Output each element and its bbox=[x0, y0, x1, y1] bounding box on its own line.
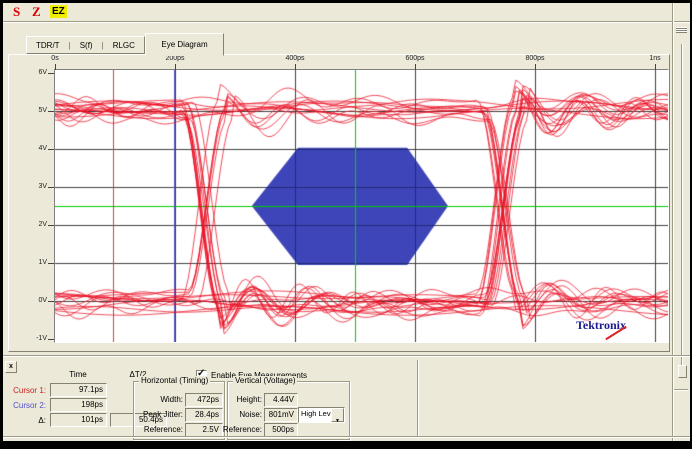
cursor1-time-field[interactable]: 97.1ps bbox=[50, 383, 107, 397]
y-tick-label: 2V bbox=[7, 221, 47, 228]
x-tick-label: 1ns bbox=[635, 55, 675, 62]
panel-divider bbox=[417, 360, 419, 437]
noise-label: Noise: bbox=[222, 410, 262, 419]
y-tick-label: 5V bbox=[7, 107, 47, 114]
toolbar-button-z[interactable]: Z bbox=[32, 4, 41, 20]
x-tick-label: 0s bbox=[35, 55, 75, 62]
x-tick-mark bbox=[175, 64, 176, 70]
tab-rlgc[interactable]: RLGC bbox=[113, 40, 135, 51]
horizontal-reference-label: Reference: bbox=[137, 425, 183, 434]
delta-time-field[interactable]: 101ps bbox=[50, 413, 107, 427]
height-label: Height: bbox=[222, 395, 262, 404]
toolbar: S Z EZ bbox=[3, 3, 672, 21]
horizontal-timing-title: Horizontal (Timing) bbox=[139, 376, 210, 385]
x-tick-label: 800ps bbox=[515, 55, 555, 62]
tab-separator: | bbox=[69, 40, 71, 51]
y-tick-mark bbox=[48, 339, 54, 340]
tab-group-inactive: TDR/T | S(f) | RLGC bbox=[26, 36, 145, 54]
close-icon: x bbox=[6, 362, 16, 371]
toolbar-button-ez[interactable]: EZ bbox=[50, 5, 67, 18]
toolbar-divider bbox=[3, 21, 690, 23]
y-tick-label: 3V bbox=[7, 183, 47, 190]
vertical-voltage-title: Vertical (Voltage) bbox=[233, 376, 297, 385]
time-column-header: Time bbox=[50, 369, 106, 380]
chevron-down-icon: ▼ bbox=[335, 418, 340, 424]
eye-diagram-canvas bbox=[55, 70, 668, 342]
right-strip-handle[interactable] bbox=[678, 365, 687, 378]
noise-field[interactable]: 801mV bbox=[264, 408, 298, 422]
peak-jitter-field[interactable]: 28.4ps bbox=[185, 408, 223, 422]
bottom-edge-line bbox=[3, 436, 690, 438]
x-tick-mark bbox=[535, 64, 536, 70]
y-tick-mark bbox=[48, 225, 54, 226]
y-tick-mark bbox=[48, 301, 54, 302]
tab-tdrt[interactable]: TDR/T bbox=[36, 40, 60, 51]
tab-sf[interactable]: S(f) bbox=[80, 40, 93, 51]
toolbar-button-s[interactable]: S bbox=[13, 4, 20, 20]
x-tick-label: 600ps bbox=[395, 55, 435, 62]
x-tick-label: 200ps bbox=[155, 55, 195, 62]
y-tick-mark bbox=[48, 73, 54, 74]
tab-eye-diagram[interactable]: Eye Diagram bbox=[145, 33, 224, 56]
screenshot-root: { "toolbar": { "logo_s": "S", "logo_z": … bbox=[0, 0, 692, 449]
y-tick-label: -1V bbox=[7, 335, 47, 342]
vertical-reference-label: Reference: bbox=[222, 425, 262, 434]
y-tick-label: 4V bbox=[7, 145, 47, 152]
x-tick-mark bbox=[415, 64, 416, 70]
right-strip-track bbox=[681, 44, 683, 372]
y-tick-label: 6V bbox=[7, 69, 47, 76]
x-tick-mark bbox=[655, 64, 656, 70]
dropdown-arrow-button[interactable]: ▼ bbox=[331, 408, 344, 422]
cursor2-label: Cursor 2: bbox=[0, 401, 46, 410]
width-label: Width: bbox=[137, 395, 183, 404]
tab-separator: | bbox=[102, 40, 104, 51]
y-tick-label: 1V bbox=[7, 259, 47, 266]
x-tick-mark bbox=[295, 64, 296, 70]
height-field[interactable]: 4.44V bbox=[264, 393, 298, 407]
vertical-reference-field[interactable]: 500ps bbox=[264, 423, 298, 437]
cursor1-label: Cursor 1: bbox=[0, 386, 46, 395]
y-tick-mark bbox=[48, 149, 54, 150]
noise-level-dropdown[interactable]: High Level ▼ bbox=[298, 407, 345, 423]
horizontal-reference-field[interactable]: 2.5V bbox=[185, 423, 223, 437]
right-splitter[interactable] bbox=[672, 3, 674, 441]
width-field[interactable]: 472ps bbox=[185, 393, 223, 407]
x-tick-label: 400ps bbox=[275, 55, 315, 62]
y-tick-mark bbox=[48, 111, 54, 112]
bottom-panel-divider bbox=[3, 355, 690, 357]
y-tick-mark bbox=[48, 263, 54, 264]
right-strip-line bbox=[674, 389, 688, 391]
splitter-grip-icon[interactable] bbox=[676, 27, 687, 33]
delta-label: Δ: bbox=[0, 416, 46, 425]
y-tick-mark bbox=[48, 187, 54, 188]
panel-close-button[interactable]: x bbox=[5, 361, 17, 373]
cursor2-time-field[interactable]: 198ps bbox=[50, 398, 107, 412]
y-tick-label: 0V bbox=[7, 297, 47, 304]
tab-eye-diagram-label: Eye Diagram bbox=[161, 39, 207, 50]
peak-jitter-label: Peak Jitter: bbox=[137, 410, 183, 419]
x-tick-mark bbox=[55, 64, 56, 70]
